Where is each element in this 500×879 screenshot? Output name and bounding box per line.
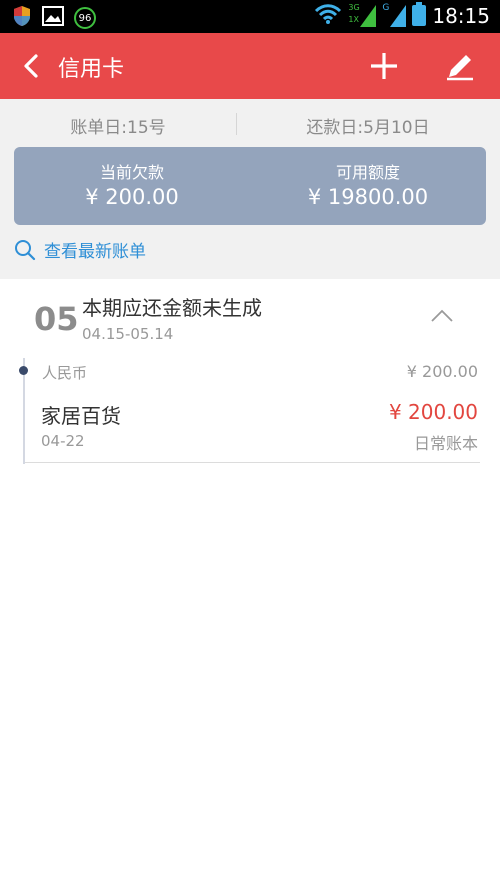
network-3g-label: 3G [348,3,360,12]
available-credit-value: ¥ 19800.00 [307,185,429,209]
balance-card: 当前欠款 ¥ 200.00 可用额度 ¥ 19800.00 [14,147,486,225]
current-debt-value: ¥ 200.00 [85,185,179,209]
signal-g-icon: G [382,3,407,29]
pencil-icon [447,55,473,81]
period-title: 本期应还金额未生成 [82,296,262,320]
page-title: 信用卡 [58,57,125,82]
search-icon [15,239,36,260]
currency-label: 人民币 [42,364,88,382]
network-g-label: G [382,3,390,13]
collapse-button[interactable] [428,306,456,326]
view-latest-bill-link[interactable]: 查看最新账单 [14,237,146,262]
period-date-range: 04.15-05.14 [82,325,174,343]
plus-icon [371,53,397,79]
gallery-icon [42,6,64,30]
due-day: 还款日:5月10日 [306,118,430,138]
edit-button[interactable] [444,50,476,82]
statement-day: 账单日:15号 [70,118,166,138]
available-credit: 可用额度 ¥ 19800.00 [250,147,486,225]
status-right-icons: 3G 1X G 18:15 [314,2,490,30]
transaction-date: 04-22 [41,432,85,450]
period-month: 05 [34,300,79,338]
timeline-dot [19,366,28,375]
billing-dates-row: 账单日:15号 还款日:5月10日 [0,109,500,139]
add-button[interactable] [368,50,400,82]
chevron-left-icon [24,54,38,78]
current-debt: 当前欠款 ¥ 200.00 [14,147,250,225]
view-latest-bill-label: 查看最新账单 [44,242,146,262]
currency-total: ¥ 200.00 [406,362,478,381]
transaction-book: 日常账本 [413,434,478,453]
app-bar: 信用卡 [0,33,500,99]
back-button[interactable] [16,50,46,82]
row-divider [25,462,480,463]
transaction-name: 家居百货 [41,404,121,428]
available-credit-label: 可用额度 [335,163,400,182]
wifi-icon [314,3,342,29]
chevron-up-icon [431,309,453,322]
status-bar: 96 3G 1X G 18:15 [0,0,500,33]
status-left-icons: 96 [12,5,96,31]
shield-icon [12,5,32,31]
account-summary-section: 账单日:15号 还款日:5月10日 当前欠款 ¥ 200.00 可用额度 ¥ 1… [0,99,500,279]
signal-3g-icon: 3G 1X [348,3,377,29]
current-debt-label: 当前欠款 [99,163,164,182]
transaction-amount: ¥ 200.00 [388,400,478,424]
clock: 18:15 [432,4,490,28]
battery-icon [412,2,427,30]
battery-percent-badge: 96 [74,7,96,29]
network-1x-label: 1X [348,15,359,24]
transaction-row[interactable]: 家居百货 ¥ 200.00 04-22 日常账本 [25,388,480,464]
